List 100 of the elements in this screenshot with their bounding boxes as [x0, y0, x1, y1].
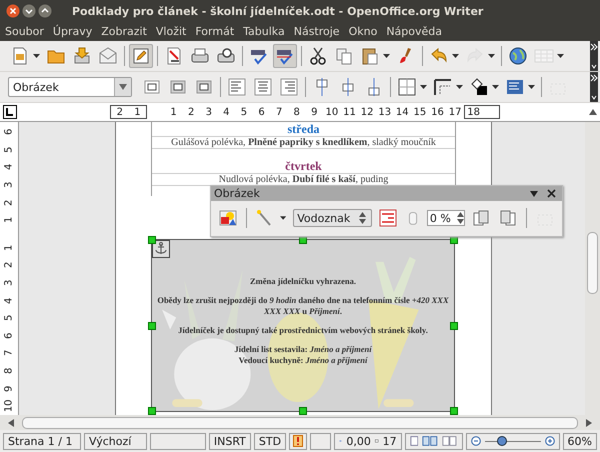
warning-icon — [293, 435, 304, 447]
ruler-number: 1 — [169, 106, 178, 118]
menu-item[interactable]: Tabulka — [243, 25, 285, 38]
ruler-number: 6 — [2, 332, 16, 339]
single-page-icon[interactable] — [410, 435, 418, 447]
ruler-number: 2 — [2, 262, 16, 268]
ruler-number: 14 — [394, 106, 410, 118]
menu-item[interactable]: Zobrazit — [101, 25, 147, 38]
caret-icon[interactable] — [456, 85, 463, 89]
scroll-right-icon[interactable] — [586, 418, 592, 426]
center-icon — [253, 77, 273, 97]
paste-icon — [360, 46, 380, 66]
transparency-field[interactable]: 0 % — [426, 210, 466, 226]
scroll-left-icon[interactable] — [8, 418, 14, 426]
resize-handle[interactable] — [450, 322, 458, 330]
toolbar-title: Obrázek — [214, 187, 260, 200]
caret-icon[interactable] — [280, 216, 286, 220]
spinner-icon[interactable] — [457, 212, 464, 224]
overflow-icon[interactable] — [590, 41, 598, 71]
menu-item[interactable]: Nápověda — [386, 25, 442, 38]
book-view-icon[interactable] — [442, 435, 458, 447]
image-text: Jídelníček je dostupný také prostřednictvím webových stránek školy. — [177, 325, 429, 336]
minimize-icon[interactable] — [22, 4, 36, 18]
globe-icon — [508, 46, 528, 66]
ruler-number: 1 — [2, 244, 16, 251]
ruler-number: 2 — [186, 106, 196, 118]
dropdown-arrow-icon[interactable] — [119, 84, 127, 90]
graphics-mode-dropdown[interactable]: Vodoznak — [293, 209, 372, 227]
close-icon[interactable] — [6, 4, 20, 18]
ruler-number: 5 — [2, 314, 16, 322]
ruler-number: 1 — [133, 106, 142, 118]
zoom-out-icon[interactable] — [470, 436, 481, 446]
resize-handle[interactable] — [450, 407, 458, 415]
cut-icon — [308, 46, 328, 66]
ruler-number: 10 — [2, 400, 16, 412]
ruler-number: 8 — [2, 368, 16, 374]
horizontal-scrollbar[interactable] — [0, 415, 600, 430]
ruler-number: 4 — [2, 297, 16, 304]
day-heading: středa — [152, 122, 455, 137]
maximize-icon[interactable] — [38, 4, 52, 18]
mail-icon — [98, 46, 118, 66]
anchor-icon[interactable] — [152, 240, 170, 258]
resize-handle[interactable] — [148, 236, 156, 244]
ruler-number: 3 — [2, 280, 16, 286]
style-dropdown[interactable]: Obrázek — [8, 77, 132, 97]
ruler-number: 3 — [2, 182, 16, 188]
scroll-up-icon[interactable] — [588, 109, 596, 115]
ruler-number: 5 — [2, 146, 16, 153]
image-text: Změna jídelníčku vyhrazena. — [248, 276, 358, 287]
ruler-number: 18 — [466, 106, 482, 118]
vertical-scrollbar[interactable] — [585, 122, 600, 415]
ruler-number: 8 — [292, 106, 301, 118]
insert-mode[interactable]: INSRT — [208, 432, 251, 450]
menu-item[interactable]: Soubor — [5, 25, 44, 38]
page-style: Výchozí — [84, 432, 147, 450]
shadow-icon — [505, 77, 525, 97]
menu-item[interactable]: Formát — [195, 25, 234, 38]
caret-icon[interactable] — [452, 54, 459, 58]
save-icon — [72, 46, 92, 66]
zoom-in-icon[interactable] — [544, 436, 555, 446]
menu-item[interactable]: Nástroje — [294, 25, 340, 38]
borders-icon — [397, 77, 417, 97]
ruler-number: 13 — [377, 106, 392, 118]
tab-stop-icon[interactable] — [3, 105, 17, 119]
fill-icon — [469, 77, 489, 97]
caret-icon[interactable] — [488, 54, 495, 58]
ruler-number: 6 — [2, 128, 16, 135]
resize-handle[interactable] — [148, 407, 156, 415]
caret-icon[interactable] — [33, 54, 40, 58]
ruler-number: 9 — [2, 385, 16, 392]
zoom-level[interactable]: 60% — [562, 432, 597, 450]
two-page-icon[interactable] — [422, 435, 438, 447]
ruler-number: 9 — [310, 106, 319, 118]
menu-item[interactable]: Úpravy — [52, 25, 92, 38]
caret-icon[interactable] — [383, 54, 390, 58]
resize-handle[interactable] — [148, 322, 156, 330]
back-icon — [498, 208, 518, 228]
caret-icon[interactable] — [420, 85, 427, 89]
caret-icon[interactable] — [528, 85, 535, 89]
menu-item[interactable]: Okno — [348, 25, 378, 38]
dropdown-icon[interactable] — [530, 190, 538, 196]
caret-icon[interactable] — [557, 54, 564, 58]
status-field — [150, 432, 206, 450]
edit-icon — [131, 46, 151, 66]
selection-mode[interactable]: STD — [254, 432, 286, 450]
copy-icon — [334, 46, 354, 66]
ruler-number: 4 — [2, 164, 16, 170]
menu-item[interactable]: Vložit — [156, 25, 186, 38]
ruler-number: 5 — [240, 106, 248, 118]
caret-icon[interactable] — [492, 85, 499, 89]
spinner-icon[interactable] — [358, 212, 366, 224]
window-title: Podklady pro článek - školní jídelníček.odt - OpenOffice.org Writer — [72, 4, 484, 18]
overflow-icon[interactable] — [590, 72, 598, 102]
ruler-number: 2 — [116, 106, 124, 118]
filter-icon — [218, 208, 238, 228]
resize-handle[interactable] — [299, 407, 307, 415]
scrollbar-thumb[interactable] — [22, 416, 578, 428]
close-icon[interactable] — [547, 189, 556, 198]
ruler-number: 15 — [412, 106, 428, 118]
menu-text: Gulášová polévka, Plněné papriky s knedlíkem, sladký moučník — [152, 137, 455, 149]
